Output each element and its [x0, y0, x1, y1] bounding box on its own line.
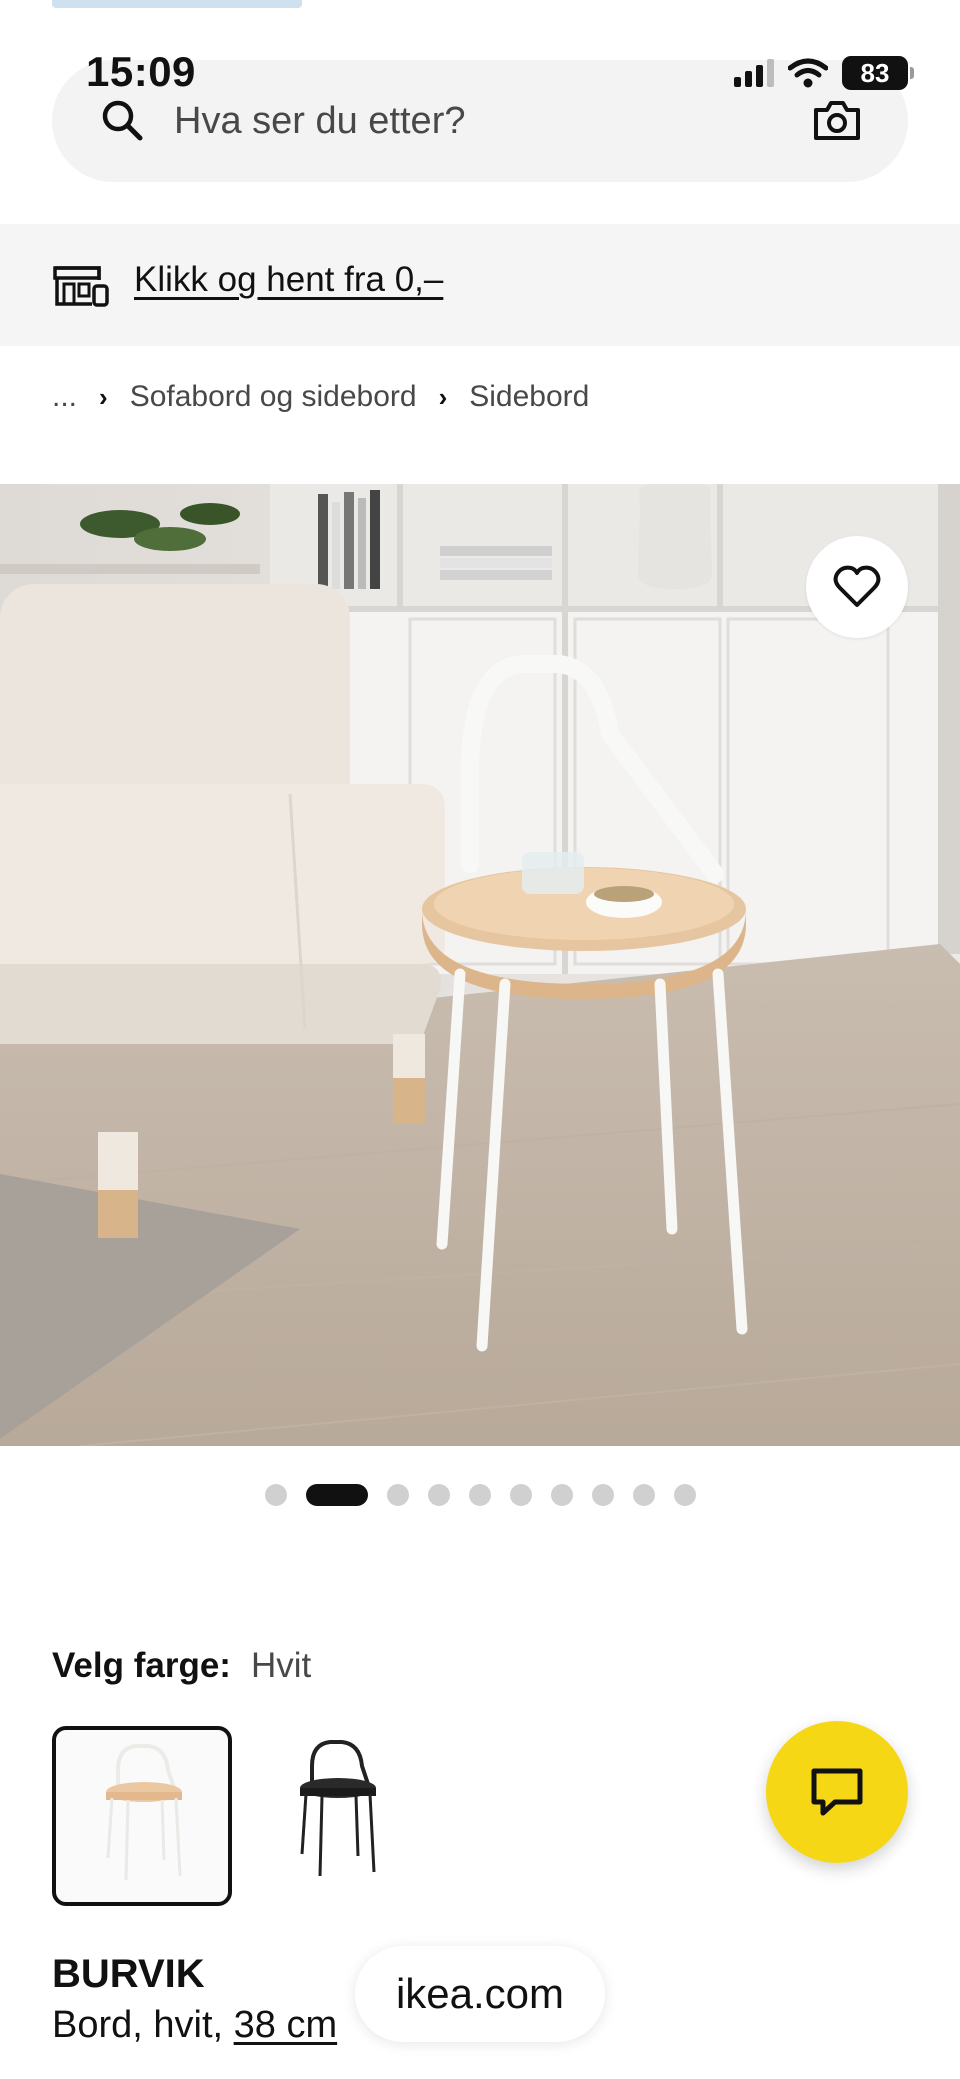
- color-swatch-black[interactable]: [250, 1726, 430, 1906]
- color-label: Velg farge:: [52, 1646, 231, 1685]
- battery-level: 83: [860, 57, 890, 88]
- click-and-collect-link[interactable]: Klikk og hent fra 0,–: [134, 260, 443, 300]
- chat-button[interactable]: [766, 1721, 908, 1863]
- carousel-dot[interactable]: [386, 1484, 409, 1506]
- wifi-icon: [788, 58, 828, 88]
- battery-icon: 83: [842, 56, 914, 90]
- breadcrumb-item-coffee-side-tables[interactable]: Sofabord og sidebord: [130, 380, 417, 414]
- status-time: 15:09: [86, 48, 196, 95]
- color-swatch-white[interactable]: [52, 1726, 232, 1906]
- search-input[interactable]: Hva ser du etter?: [174, 100, 465, 143]
- carousel-dot[interactable]: [591, 1484, 614, 1506]
- product-description: Bord, hvit, 38 cm: [52, 2004, 337, 2047]
- chat-bubble-icon: [811, 1768, 863, 1816]
- carousel-dot[interactable]: [427, 1484, 450, 1506]
- product-photo: [0, 484, 960, 1446]
- selected-color-value: Hvit: [250, 1646, 312, 1685]
- cellular-signal-icon: [734, 59, 774, 87]
- top-image-strip: [52, 0, 302, 8]
- image-carousel-indicator: [0, 1484, 960, 1506]
- chevron-right-icon: ›: [99, 381, 108, 412]
- store-pickup-icon: [53, 266, 109, 307]
- breadcrumb-item-side-tables[interactable]: Sidebord: [469, 380, 589, 414]
- search-icon: [102, 100, 143, 141]
- camera-icon[interactable]: [812, 98, 862, 142]
- carousel-dot[interactable]: [468, 1484, 491, 1506]
- carousel-dot[interactable]: [264, 1484, 287, 1506]
- black-table-swatch: [300, 1740, 376, 1877]
- carousel-dot[interactable]: [673, 1484, 696, 1506]
- carousel-dot-active[interactable]: [305, 1484, 368, 1506]
- carousel-dot[interactable]: [509, 1484, 532, 1506]
- breadcrumb-ellipsis[interactable]: ...: [52, 380, 77, 414]
- heart-outline-icon: [833, 565, 881, 607]
- browser-domain: ikea.com: [395, 1970, 565, 2017]
- status-icons: 83: [734, 56, 914, 90]
- product-name: BURVIK: [52, 1952, 205, 1996]
- product-size-link[interactable]: 38 cm: [234, 2004, 337, 2046]
- color-selector-label: Velg farge: Hvit: [52, 1646, 311, 1686]
- carousel-dot[interactable]: [632, 1484, 655, 1506]
- white-birch-table-swatch: [106, 1744, 182, 1881]
- chevron-right-icon: ›: [438, 381, 448, 412]
- product-description-text: Bord, hvit,: [52, 2004, 234, 2046]
- carousel-dot[interactable]: [550, 1484, 573, 1506]
- promo-banner: Klikk og hent fra 0,–: [0, 224, 960, 346]
- breadcrumb: ... › Sofabord og sidebord › Sidebord: [52, 380, 589, 414]
- product-image[interactable]: [0, 484, 960, 1446]
- favorite-button[interactable]: [806, 536, 908, 638]
- browser-url-pill[interactable]: ikea.com: [355, 1946, 605, 2042]
